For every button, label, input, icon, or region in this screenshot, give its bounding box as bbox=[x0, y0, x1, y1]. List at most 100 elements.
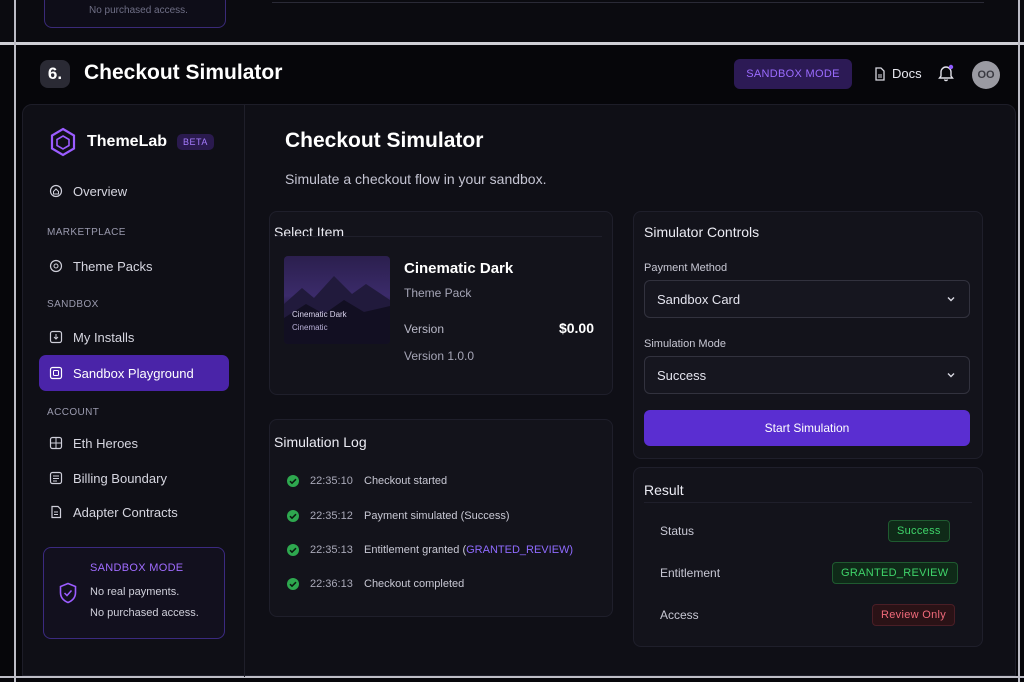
frame-title: Checkout Simulator bbox=[84, 61, 283, 84]
item-name: Cinematic Dark bbox=[404, 260, 514, 277]
version-label: Version bbox=[404, 322, 445, 336]
simulation-mode-select[interactable]: Success bbox=[644, 356, 970, 394]
docs-label: Docs bbox=[892, 66, 922, 81]
log-text-main: Entitlement granted ( bbox=[364, 544, 467, 556]
item-type: Theme Pack bbox=[404, 286, 472, 300]
log-time: 22:36:13 bbox=[310, 578, 353, 590]
previous-card-edge bbox=[272, 0, 984, 3]
check-circle-icon bbox=[287, 475, 299, 487]
previous-frame-strip: No purchased access. bbox=[0, 0, 1024, 42]
grid-icon bbox=[49, 436, 63, 450]
sidebar-item-label: Theme Packs bbox=[73, 258, 153, 274]
sidebar-item-theme-packs[interactable]: Theme Packs bbox=[39, 248, 229, 284]
page-title: Checkout Simulator bbox=[285, 129, 484, 152]
entitlement-badge: GRANTED_REVIEW bbox=[832, 562, 958, 584]
sandbox-card-line1: No real payments. bbox=[90, 586, 180, 598]
access-badge: Review Only bbox=[872, 604, 956, 626]
thumbnail-subtitle: Cinematic bbox=[292, 323, 328, 332]
brand[interactable]: ThemeLab BETA bbox=[49, 127, 214, 157]
sidebar-item-billing-boundary[interactable]: Billing Boundary bbox=[39, 460, 229, 496]
log-time: 22:35:13 bbox=[310, 544, 353, 556]
log-row: 22:35:12 Payment simulated (Success) bbox=[286, 509, 510, 523]
start-simulation-button[interactable]: Start Simulation bbox=[644, 410, 970, 446]
sidebar-item-eth-heroes[interactable]: Eth Heroes bbox=[39, 425, 229, 461]
log-text: Checkout completed bbox=[364, 578, 465, 590]
log-text: Entitlement granted (GRANTED_REVIEW) bbox=[364, 544, 573, 556]
simulator-controls-card: Simulator Controls Payment Method Sandbo… bbox=[633, 211, 983, 459]
check-circle-icon bbox=[287, 578, 299, 590]
frame-header: 6. Checkout Simulator SANDBOX MODE Docs … bbox=[18, 46, 1018, 102]
sandbox-card-title: SANDBOX MODE bbox=[90, 562, 184, 574]
sidebar: ThemeLab BETA Overview MARKETPLACE Theme… bbox=[23, 105, 245, 677]
billing-icon bbox=[49, 471, 63, 485]
app-window: ThemeLab BETA Overview MARKETPLACE Theme… bbox=[22, 104, 1016, 677]
log-time: 22:35:12 bbox=[310, 510, 353, 522]
theme-thumbnail[interactable]: Cinematic Dark Cinematic bbox=[284, 256, 390, 344]
log-row: 22:35:10 Checkout started bbox=[286, 474, 447, 488]
simulation-mode-value: Success bbox=[657, 367, 707, 383]
select-item-card: Select Item Cinematic Dark Cinematic Cin… bbox=[269, 211, 613, 395]
thumbnail-title: Cinematic Dark bbox=[292, 310, 347, 319]
chevron-down-icon bbox=[947, 373, 955, 378]
log-time: 22:35:10 bbox=[310, 475, 353, 487]
sidebar-item-my-installs[interactable]: My Installs bbox=[39, 319, 229, 355]
simulation-mode-label: Simulation Mode bbox=[644, 338, 726, 350]
log-text-highlight: GRANTED_REVIEW) bbox=[466, 544, 574, 556]
sidebar-item-label: Eth Heroes bbox=[73, 435, 139, 451]
log-text: Checkout started bbox=[364, 475, 448, 487]
download-box-icon bbox=[49, 330, 63, 344]
access-label: Access bbox=[660, 608, 699, 622]
payment-method-value: Sandbox Card bbox=[657, 291, 741, 307]
previous-sandbox-card: No purchased access. bbox=[44, 0, 226, 28]
sandbox-icon bbox=[49, 366, 63, 380]
card-title: Simulation Log bbox=[274, 434, 367, 450]
docs-link[interactable]: Docs bbox=[874, 66, 922, 81]
notifications-button[interactable] bbox=[938, 64, 954, 87]
brand-name: ThemeLab bbox=[87, 133, 168, 150]
payment-method-select[interactable]: Sandbox Card bbox=[644, 280, 970, 318]
status-badge: Success bbox=[888, 520, 950, 542]
result-card: Result Status Success Entitlement GRANTE… bbox=[633, 467, 983, 647]
card-title: Result bbox=[644, 482, 684, 498]
palette-icon bbox=[49, 259, 63, 273]
bell-icon bbox=[938, 64, 954, 82]
sidebar-item-label: Sandbox Playground bbox=[73, 365, 194, 381]
document-icon bbox=[875, 66, 885, 81]
sidebar-item-sandbox-playground[interactable]: Sandbox Playground bbox=[39, 355, 229, 391]
sandbox-mode-card: SANDBOX MODE No real payments. No purcha… bbox=[43, 547, 225, 639]
log-text: Payment simulated (Success) bbox=[364, 510, 510, 522]
sidebar-item-adapter-contracts[interactable]: Adapter Contracts bbox=[39, 494, 229, 530]
frame-border-right bbox=[1018, 0, 1020, 682]
card-title: Select Item bbox=[274, 224, 345, 240]
shield-check-icon bbox=[59, 582, 77, 604]
item-price: $0.00 bbox=[558, 320, 594, 336]
frame-border-left bbox=[14, 0, 16, 682]
sidebar-item-label: My Installs bbox=[73, 329, 135, 345]
chevron-down-icon bbox=[947, 297, 955, 302]
sandbox-card-line2: No purchased access. bbox=[90, 607, 199, 619]
section-account: ACCOUNT bbox=[47, 407, 100, 418]
section-sandbox: SANDBOX bbox=[47, 299, 99, 310]
log-row: 22:35:13 Entitlement granted (GRANTED_RE… bbox=[286, 543, 573, 557]
check-circle-icon bbox=[287, 544, 299, 556]
card-divider bbox=[644, 502, 972, 503]
section-marketplace: MARKETPLACE bbox=[47, 227, 126, 238]
contract-icon bbox=[51, 505, 62, 519]
entitlement-label: Entitlement bbox=[660, 566, 721, 580]
sandbox-mode-pill: SANDBOX MODE bbox=[734, 59, 852, 89]
frame-separator bbox=[0, 42, 1024, 45]
card-title: Simulator Controls bbox=[644, 224, 760, 240]
status-label: Status bbox=[660, 524, 695, 538]
previous-note: No purchased access. bbox=[89, 5, 188, 16]
user-avatar[interactable]: OO bbox=[972, 61, 1000, 89]
log-row: 22:36:13 Checkout completed bbox=[286, 577, 464, 591]
home-icon bbox=[49, 184, 63, 198]
beta-badge: BETA bbox=[177, 134, 214, 150]
page-subtitle: Simulate a checkout flow in your sandbox… bbox=[285, 171, 547, 187]
simulation-log-card: Simulation Log 22:35:10 Checkout started… bbox=[269, 419, 613, 617]
sidebar-item-label: Adapter Contracts bbox=[73, 504, 178, 520]
themelab-logo-icon bbox=[50, 127, 76, 157]
sidebar-item-label: Billing Boundary bbox=[73, 470, 167, 486]
sidebar-item-overview[interactable]: Overview bbox=[39, 173, 229, 209]
sidebar-item-label: Overview bbox=[73, 183, 128, 199]
